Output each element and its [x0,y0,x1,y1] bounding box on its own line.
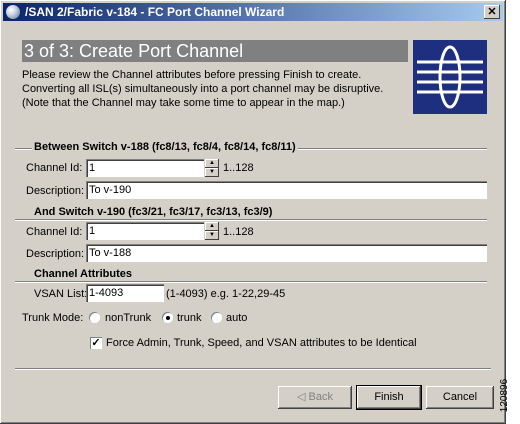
step-title: 3 of 3: Create Port Channel [22,40,408,62]
description-input[interactable]: To v-188 [86,244,487,262]
description-label: Description: [26,248,85,260]
back-arrow-icon: ◁ [297,391,309,403]
section-divider [15,219,487,221]
radio-trunk-label: trunk [177,312,202,324]
close-icon[interactable]: ✕ [484,5,500,19]
vsan-hint: (1-4093) e.g. 1-22,29-45 [166,288,286,300]
radio-auto-label: auto [226,312,248,324]
switch-a-heading: Between Switch v-188 (fc8/13, fc8/4, fc8… [32,141,298,153]
force-identical-checkbox[interactable]: ✓ [90,337,102,349]
vsan-list-label: VSAN List: [34,288,88,300]
back-button-label: Back [308,391,333,403]
trunk-mode-label: Trunk Mode: [22,312,84,324]
footer-divider [15,368,491,370]
range-hint: 1..128 [223,226,254,238]
radio-trunk[interactable] [162,312,173,323]
switch-b-heading: And Switch v-190 (fc3/21, fc3/17, fc3/13… [32,206,275,218]
radio-nontrunk[interactable] [89,312,100,323]
channel-id-label: Channel Id: [26,226,83,238]
wizard-window: /SAN 2/Fabric v-184 - FC Port Channel Wi… [0,0,506,424]
section-divider [15,281,487,283]
intro-text: Please review the Channel attributes bef… [22,69,384,109]
range-hint: 1..128 [223,162,254,174]
spin-down-icon[interactable]: ▼ [205,231,219,240]
spin-up-icon[interactable]: ▲ [205,222,219,231]
channel-id-stepper[interactable]: ▲ ▼ [205,159,219,177]
figure-number: 120896 [499,370,520,422]
channel-id-stepper[interactable]: ▲ ▼ [205,222,219,240]
cancel-button[interactable]: Cancel [426,386,494,409]
spin-up-icon[interactable]: ▲ [205,159,219,168]
description-label: Description: [26,185,85,197]
vsan-list-input[interactable]: 1-4093 [86,284,164,302]
radio-nontrunk-label: nonTrunk [105,312,152,324]
wizard-logo-icon [413,40,487,114]
figure-number-text: 120896 [499,378,511,413]
app-icon [6,5,20,19]
back-button[interactable]: ◁ Back [278,386,352,409]
channel-id-input[interactable]: 1 [86,159,204,177]
attributes-heading: Channel Attributes [32,268,134,280]
window-title: /SAN 2/Fabric v-184 - FC Port Channel Wi… [25,5,285,19]
description-input[interactable]: To v-190 [86,181,487,199]
spin-down-icon[interactable]: ▼ [205,168,219,177]
finish-button[interactable]: Finish [356,385,422,410]
force-identical-label: Force Admin, Trunk, Speed, and VSAN attr… [106,337,417,349]
radio-auto[interactable] [211,312,222,323]
channel-id-input[interactable]: 1 [86,222,204,240]
title-bar[interactable]: /SAN 2/Fabric v-184 - FC Port Channel Wi… [3,3,503,21]
channel-id-label: Channel Id: [26,162,83,174]
